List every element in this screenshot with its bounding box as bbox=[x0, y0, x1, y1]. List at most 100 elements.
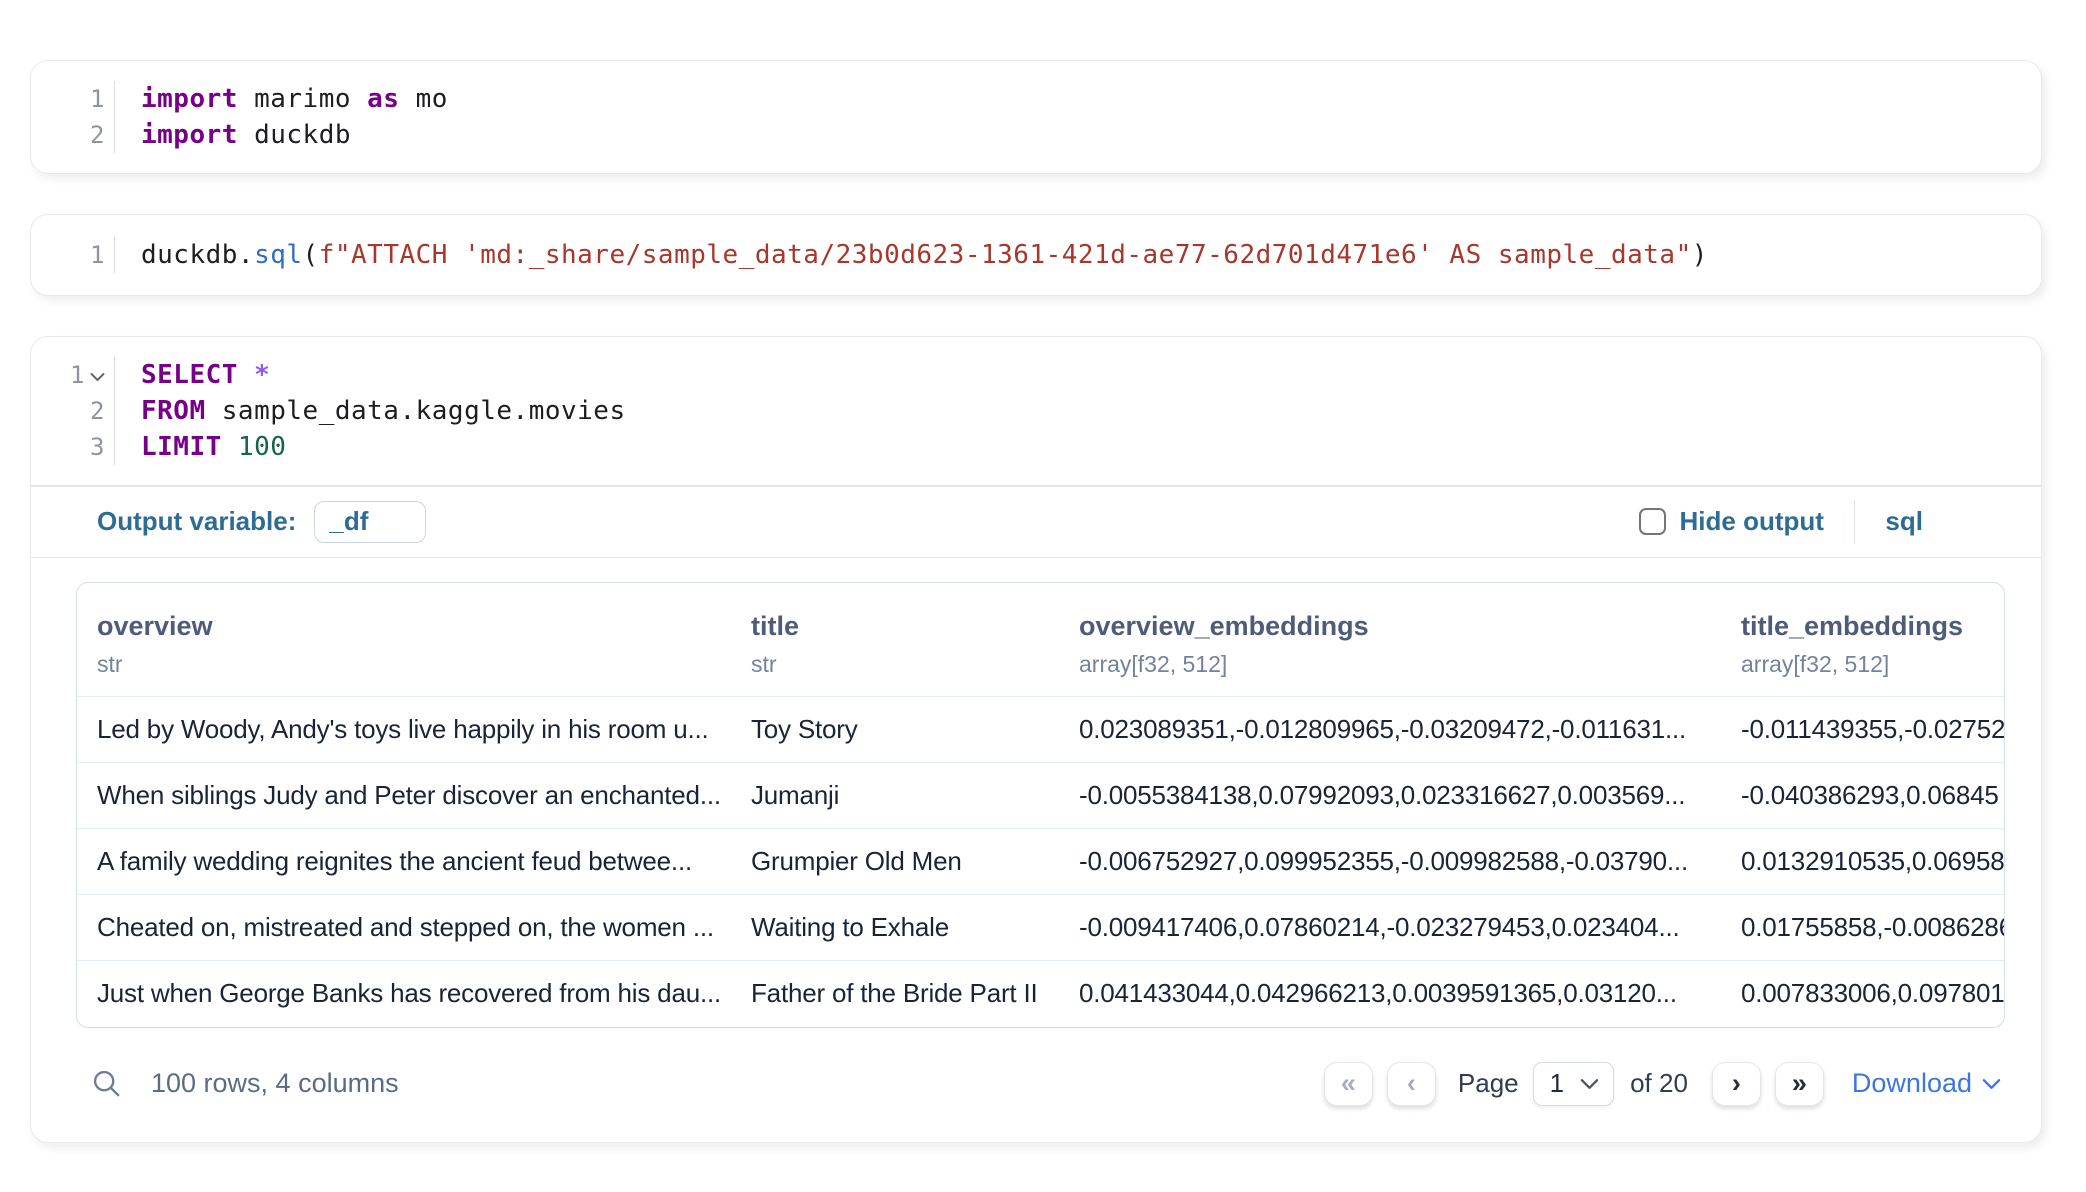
table-cell: When siblings Judy and Peter discover an… bbox=[77, 763, 737, 829]
prev-page-button[interactable]: ‹ bbox=[1387, 1062, 1436, 1106]
code-editor[interactable]: 1import marimo as mo2import duckdb bbox=[31, 61, 2041, 173]
table-row[interactable]: Cheated on, mistreated and stepped on, t… bbox=[77, 895, 2004, 961]
code-token: duckdb bbox=[238, 120, 351, 150]
sql-meta-row: Output variable: Hide output sql bbox=[31, 487, 2041, 557]
code-line[interactable]: 2FROM sample_data.kaggle.movies bbox=[31, 393, 2041, 429]
table-cell: A family wedding reignites the ancient f… bbox=[77, 829, 737, 895]
code-token: marimo bbox=[238, 84, 367, 114]
code-token: import bbox=[141, 120, 238, 150]
table-cell: Toy Story bbox=[737, 697, 1065, 763]
line-number: 3 bbox=[31, 429, 115, 465]
code-token: sql bbox=[254, 240, 302, 270]
table-cell: -0.011439355,-0.02752 bbox=[1727, 697, 2004, 763]
table-cell: -0.006752927,0.099952355,-0.009982588,-0… bbox=[1065, 829, 1727, 895]
result-table: overview strtitlestroverview_embeddingsar… bbox=[77, 583, 2004, 1027]
sql-editor[interactable]: 1SELECT *2FROM sample_data.kaggle.movies… bbox=[31, 337, 2041, 485]
hide-output-label: Hide output bbox=[1680, 506, 1824, 537]
line-number: 1 bbox=[31, 357, 115, 393]
table-row[interactable]: When siblings Judy and Peter discover an… bbox=[77, 763, 2004, 829]
last-page-button[interactable]: » bbox=[1775, 1062, 1824, 1106]
code-token: SELECT bbox=[141, 360, 238, 390]
code-line[interactable]: 2import duckdb bbox=[31, 117, 2041, 153]
column-header[interactable]: title_embeddings array[f32, 512] bbox=[1727, 583, 2004, 697]
page-total-label: of 20 bbox=[1630, 1068, 1688, 1099]
code-token: mo bbox=[399, 84, 447, 114]
result-table-container: overview strtitlestroverview_embeddingsar… bbox=[76, 582, 2005, 1028]
table-row[interactable]: A family wedding reignites the ancient f… bbox=[77, 829, 2004, 895]
table-cell: Grumpier Old Men bbox=[737, 829, 1065, 895]
column-header[interactable]: titlestr bbox=[737, 583, 1065, 697]
table-cell: Waiting to Exhale bbox=[737, 895, 1065, 961]
next-page-button[interactable]: › bbox=[1712, 1062, 1761, 1106]
code-token bbox=[222, 432, 238, 462]
code-content: import duckdb bbox=[115, 117, 351, 153]
line-number: 2 bbox=[31, 393, 115, 429]
language-badge[interactable]: sql bbox=[1885, 506, 1923, 537]
code-line[interactable]: 1duckdb.sql(f"ATTACH 'md:_share/sample_d… bbox=[31, 237, 2041, 273]
column-header[interactable]: overview_embeddingsarray[f32, 512] bbox=[1065, 583, 1727, 697]
code-cell-attach: 1duckdb.sql(f"ATTACH 'md:_share/sample_d… bbox=[30, 214, 2042, 296]
chevron-down-icon bbox=[1982, 1078, 2001, 1090]
table-footer: 100 rows, 4 columns « ‹ Page 1 of 20 › »… bbox=[76, 1046, 2005, 1122]
table-cell: 0.0132910535,0.06958 bbox=[1727, 829, 2004, 895]
line-number: 1 bbox=[31, 237, 115, 273]
code-content: SELECT * bbox=[115, 357, 270, 393]
output-variable-label: Output variable: bbox=[97, 506, 296, 537]
table-cell: Cheated on, mistreated and stepped on, t… bbox=[77, 895, 737, 961]
page-label: Page bbox=[1458, 1068, 1519, 1099]
code-token: LIMIT bbox=[141, 432, 222, 462]
table-cell: -0.040386293,0.06845 bbox=[1727, 763, 2004, 829]
table-cell: Just when George Banks has recovered fro… bbox=[77, 961, 737, 1027]
code-content: FROM sample_data.kaggle.movies bbox=[115, 393, 626, 429]
column-type: array[f32, 512] bbox=[1741, 651, 1998, 678]
table-cell: 0.023089351,-0.012809965,-0.03209472,-0.… bbox=[1065, 697, 1727, 763]
column-header[interactable]: overview str bbox=[77, 583, 737, 697]
first-page-button[interactable]: « bbox=[1324, 1062, 1373, 1106]
download-label: Download bbox=[1852, 1068, 1972, 1099]
table-cell: -0.0055384138,0.07992093,0.023316627,0.0… bbox=[1065, 763, 1727, 829]
table-cell: Jumanji bbox=[737, 763, 1065, 829]
chevron-down-icon bbox=[1580, 1078, 1599, 1090]
table-cell: Led by Woody, Andy's toys live happily i… bbox=[77, 697, 737, 763]
sql-cell: 1SELECT *2FROM sample_data.kaggle.movies… bbox=[30, 336, 2042, 1143]
table-cell: 0.041433044,0.042966213,0.0039591365,0.0… bbox=[1065, 961, 1727, 1027]
code-token: import bbox=[141, 84, 238, 114]
table-cell: 0.007833006,0.097801 bbox=[1727, 961, 2004, 1027]
code-token: f"ATTACH 'md:_share/sample_data/23b0d623… bbox=[319, 240, 1692, 270]
page-select[interactable]: 1 bbox=[1533, 1062, 1614, 1106]
code-token: sample_data.kaggle.movies bbox=[206, 396, 626, 426]
code-token: FROM bbox=[141, 396, 206, 426]
download-button[interactable]: Download bbox=[1852, 1068, 2001, 1099]
code-content: duckdb.sql(f"ATTACH 'md:_share/sample_da… bbox=[115, 237, 1708, 273]
hide-output-checkbox[interactable] bbox=[1639, 508, 1666, 535]
code-line[interactable]: 3 LIMIT 100 bbox=[31, 429, 2041, 465]
column-type: array[f32, 512] bbox=[1079, 651, 1721, 678]
table-cell: Father of the Bride Part II bbox=[737, 961, 1065, 1027]
column-name: title_embeddings bbox=[1741, 611, 1998, 642]
table-summary: 100 rows, 4 columns bbox=[151, 1068, 399, 1099]
vertical-divider bbox=[1854, 500, 1856, 544]
output-variable-input[interactable] bbox=[314, 501, 426, 543]
table-row[interactable]: Led by Woody, Andy's toys live happily i… bbox=[77, 697, 2004, 763]
code-token: as bbox=[367, 84, 399, 114]
code-line[interactable]: 1SELECT * bbox=[31, 357, 2041, 393]
line-number: 1 bbox=[31, 81, 115, 117]
code-token: * bbox=[254, 360, 270, 390]
code-token: ) bbox=[1692, 240, 1708, 270]
table-row[interactable]: Just when George Banks has recovered fro… bbox=[77, 961, 2004, 1027]
code-content: import marimo as mo bbox=[115, 81, 448, 117]
code-line[interactable]: 1import marimo as mo bbox=[31, 81, 2041, 117]
line-number: 2 bbox=[31, 117, 115, 153]
code-token bbox=[238, 360, 254, 390]
search-icon[interactable] bbox=[90, 1067, 123, 1100]
table-cell: 0.01755858,-0.0086286 bbox=[1727, 895, 2004, 961]
query-output: overview strtitlestroverview_embeddingsar… bbox=[31, 558, 2041, 1142]
code-cell-imports: 1import marimo as mo2import duckdb bbox=[30, 60, 2042, 174]
column-type: str bbox=[97, 651, 731, 678]
column-name: title bbox=[751, 611, 1059, 642]
code-token: 100 bbox=[238, 432, 286, 462]
code-token: duckdb. bbox=[141, 240, 254, 270]
fold-chevron-icon[interactable] bbox=[90, 372, 105, 382]
column-name: overview bbox=[97, 611, 731, 642]
code-editor[interactable]: 1duckdb.sql(f"ATTACH 'md:_share/sample_d… bbox=[31, 215, 2041, 295]
